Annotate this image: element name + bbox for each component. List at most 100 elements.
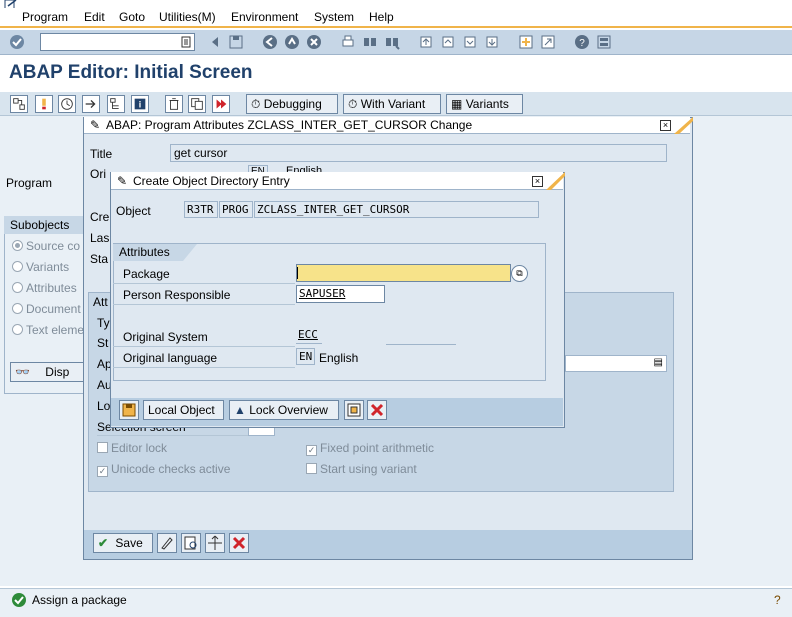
editor-lock-checkbox[interactable]: Editor lock [97,441,167,455]
variants-button[interactable]: ▦ Variants [446,94,523,114]
title-field[interactable]: get cursor [170,144,667,162]
with-variant-label: With Variant [360,97,426,111]
documentation-icon[interactable] [181,533,201,553]
menu-bar: Program Edit Goto Utilities(M) Environme… [0,8,792,28]
menu-edit[interactable]: Edit [84,10,105,24]
document-icon[interactable] [344,400,364,420]
close-icon[interactable]: × [660,120,671,131]
debugging-button[interactable]: ⏱ Debugging [246,94,338,114]
person-responsible-label: Person Responsible [113,285,295,305]
copy-icon[interactable] [188,95,206,113]
back-arrow-icon[interactable] [207,34,223,50]
radio-selected-icon [12,240,23,251]
first-page-icon[interactable] [418,34,434,50]
status-message[interactable]: Assign a package [32,593,127,607]
where-used-icon[interactable] [82,95,100,113]
print-icon[interactable] [340,34,356,50]
program-attributes-title: ABAP: Program Attributes ZCLASS_INTER_GE… [106,118,473,132]
menu-utilities[interactable]: Utilities(M) [159,10,216,24]
next-page-icon[interactable] [462,34,478,50]
check-syntax-icon[interactable] [35,95,53,113]
object-list-icon[interactable] [107,95,125,113]
information-icon[interactable]: i [131,95,149,113]
fixed-point-checkbox[interactable]: ✓ Fixed point arithmetic [306,441,434,456]
radio-icon [12,303,23,314]
cancel-icon[interactable] [367,400,387,420]
save-icon[interactable] [119,400,139,420]
customize-layout-icon[interactable] [596,34,612,50]
original-system-value: ECC [296,327,322,344]
find-icon[interactable] [362,34,378,50]
exit-icon[interactable] [284,34,300,50]
dialog-icon: ✎ [90,118,101,132]
activate-icon[interactable] [58,95,76,113]
program-label: Program [6,176,53,190]
attributes-tab: Attributes [113,244,183,261]
start-variant-checkbox[interactable]: Start using variant [306,462,417,476]
tab-corner [183,244,197,261]
person-responsible-input[interactable]: SAPUSER [296,285,385,303]
display-label: Disp [45,365,70,379]
create-shortcut-icon[interactable] [540,34,556,50]
radio-attributes[interactable]: Attributes [12,281,77,295]
back-icon[interactable] [262,34,278,50]
variant-clock-icon: ⏱ [348,97,358,111]
page-title: ABAP Editor: Initial Screen [9,62,253,83]
menu-environment[interactable]: Environment [231,10,298,24]
find-next-icon[interactable] [384,34,400,50]
with-variant-button[interactable]: ⏱ With Variant [343,94,441,114]
command-field[interactable] [40,33,195,51]
last-changed-label: Las [90,231,110,245]
debugging-icon: ⏱ [251,97,261,111]
radio-text-elements[interactable]: Text eleme [12,323,84,337]
create-session-icon[interactable] [518,34,534,50]
variants-icon: ▦ [451,97,463,111]
save-button[interactable]: ✔ Save [93,533,153,553]
display-button[interactable]: 👓 Disp [10,362,85,382]
local-object-button[interactable]: Local Object [143,400,224,420]
menu-help[interactable]: Help [369,10,394,24]
radio-source-code[interactable]: Source co [12,239,80,253]
other-object-icon[interactable] [10,95,28,113]
status-help-icon[interactable]: ? [774,593,781,607]
original-language-label: Original language [113,348,295,368]
dialog-corner-accent [546,172,565,190]
menu-goto[interactable]: Goto [119,10,145,24]
menu-system[interactable]: System [314,10,354,24]
variants-label: Variants [465,97,509,111]
text-cursor [297,267,298,279]
edit-title-icon[interactable] [157,533,177,553]
lock-overview-icon: ▲ [234,403,246,417]
glasses-icon: 👓 [15,365,30,379]
lock-overview-button[interactable]: ▲ Lock Overview [229,400,339,420]
radio-variants[interactable]: Variants [12,260,69,274]
checkbox-checked-icon: ✓ [306,445,317,456]
logical-db-label: Lo [97,399,111,413]
status-row-label: St [97,336,109,350]
application-dropdown[interactable]: ▤ [565,355,667,372]
menu-program[interactable]: Program [22,10,68,24]
help-icon[interactable]: ? [574,34,590,50]
last-page-icon[interactable] [484,34,500,50]
value-help-icon[interactable]: ⧉ [511,265,528,282]
previous-page-icon[interactable] [440,34,456,50]
dialog-corner-accent [674,117,693,134]
delete-trash-icon[interactable] [165,95,183,113]
unicode-checks-checkbox[interactable]: ✓ Unicode checks active [97,462,230,477]
svg-text:i: i [139,100,141,110]
enter-check-icon[interactable] [9,34,25,50]
command-history-icon[interactable] [178,34,194,50]
save-icon[interactable] [228,34,244,50]
package-input[interactable] [296,264,511,282]
radio-documentation[interactable]: Document [12,302,81,316]
execute-icon[interactable] [212,95,230,113]
radio-icon [12,324,23,335]
separator-line [386,344,456,345]
cancel-icon[interactable] [229,533,249,553]
object-name-field: ZCLASS_INTER_GET_CURSOR [254,201,539,218]
navigate-icon[interactable] [205,533,225,553]
svg-text:?: ? [579,38,585,49]
close-icon[interactable]: × [532,176,543,187]
program-attributes-titlebar: ✎ ABAP: Program Attributes ZCLASS_INTER_… [84,117,690,134]
cancel-icon[interactable] [306,34,322,50]
